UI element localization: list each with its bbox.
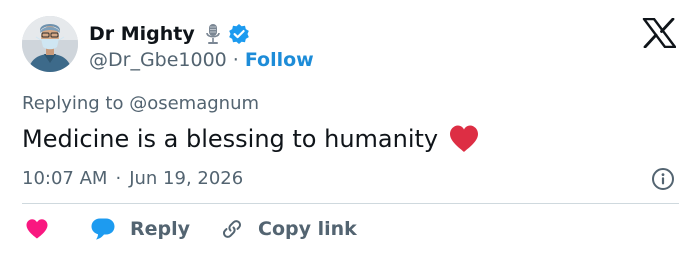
- avatar-photo: [22, 16, 78, 72]
- user-name-row: Dr Mighty: [89, 21, 250, 47]
- heart-icon: [26, 219, 48, 239]
- time-separator: ·: [115, 167, 122, 189]
- replying-prefix: Replying to: [22, 93, 130, 114]
- tweet-date[interactable]: Jun 19, 2026: [129, 168, 243, 189]
- replying-handle[interactable]: @osemagnum: [129, 93, 259, 114]
- handle-separator: ·: [232, 49, 239, 71]
- tweet-text-row: Medicine is a blessing to humanity: [22, 122, 480, 156]
- reply-button[interactable]: Reply: [90, 217, 190, 241]
- reply-label: Reply: [130, 218, 191, 240]
- like-button[interactable]: [22, 214, 52, 244]
- tweet-text: Medicine is a blessing to humanity: [22, 125, 439, 153]
- follow-button[interactable]: Follow: [245, 49, 314, 71]
- copy-link-label: Copy link: [258, 218, 357, 240]
- microphone-icon: [204, 23, 222, 45]
- replying-to-row: Replying to @osemagnum: [22, 93, 259, 114]
- tweet-time[interactable]: 10:07 AM: [22, 168, 107, 189]
- red-heart-emoji-icon: [448, 124, 480, 154]
- action-bar: Reply Copy link: [22, 214, 357, 244]
- info-icon[interactable]: [651, 167, 675, 191]
- display-name[interactable]: Dr Mighty: [89, 22, 195, 46]
- divider: [22, 203, 679, 204]
- timestamp-row: 10:07 AM · Jun 19, 2026: [22, 166, 243, 190]
- user-handle[interactable]: @Dr_Gbe1000: [89, 49, 227, 71]
- speech-bubble-icon: [91, 218, 115, 240]
- avatar[interactable]: [22, 16, 78, 72]
- copy-link-button[interactable]: Copy link: [220, 217, 357, 241]
- tweet-card: Dr Mighty @Dr_Gbe1000 · Follow Replying …: [0, 0, 700, 256]
- x-logo-icon[interactable]: [642, 17, 677, 49]
- link-icon: [222, 220, 242, 238]
- verified-badge-icon: [228, 23, 250, 45]
- handle-row: @Dr_Gbe1000 · Follow: [89, 48, 314, 72]
